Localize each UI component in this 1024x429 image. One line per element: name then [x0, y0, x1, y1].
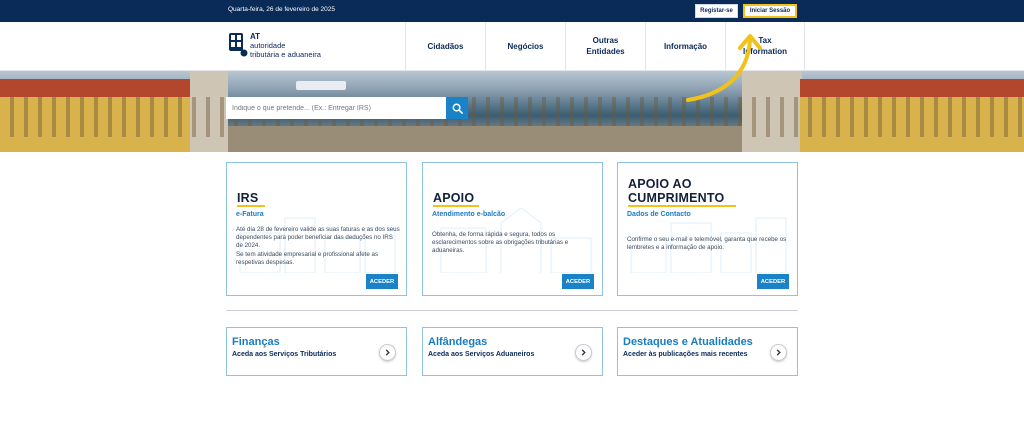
search-input[interactable] — [226, 97, 446, 119]
link-card-destaques[interactable]: Destaques e Atualidades Aceder às public… — [617, 327, 798, 376]
card-title: APOIO AO CUMPRIMENTO — [628, 177, 725, 205]
register-button[interactable]: Registar-se — [695, 4, 738, 18]
nav-item-cidadaos[interactable]: Cidadãos — [405, 22, 485, 70]
title-underline — [433, 205, 479, 207]
link-card-title: Destaques e Atualidades — [623, 336, 753, 348]
nav-item-outras-entidades[interactable]: Outras Entidades — [565, 22, 645, 70]
section-divider — [226, 310, 798, 311]
link-card-subtitle: Aceder às publicações mais recentes — [623, 351, 748, 358]
card-subtitle[interactable]: e-Fatura — [236, 211, 264, 218]
link-card-alfandegas[interactable]: Alfândegas Aceda aos Serviços Aduaneiros — [422, 327, 603, 376]
nav-item-tax-information[interactable]: Tax Information — [725, 22, 805, 70]
coat-of-arms-icon — [229, 33, 248, 57]
logo-abbr: AT — [250, 32, 261, 41]
card-description: Até dia 28 de fevereiro valide as suas f… — [236, 226, 400, 266]
link-card-subtitle: Aceda aos Serviços Tributários — [232, 351, 337, 358]
link-card-title: Finanças — [232, 336, 280, 348]
logo-line2: tributária e aduaneira — [250, 50, 321, 59]
link-card-subtitle: Aceda aos Serviços Aduaneiros — [428, 351, 535, 358]
title-underline — [237, 205, 265, 207]
card-access-button[interactable]: ACEDER — [757, 274, 789, 289]
title-underline — [628, 205, 736, 207]
card-description: Obtenha, de forma rápida e segura, todos… — [432, 231, 569, 255]
card-irs: IRS e-Fatura Até dia 28 de fevereiro val… — [226, 162, 407, 296]
main-nav: Cidadãos Negócios Outras Entidades Infor… — [405, 22, 805, 70]
chevron-right-icon[interactable] — [379, 344, 396, 361]
search-button[interactable] — [446, 97, 468, 119]
link-card-title: Alfândegas — [428, 336, 488, 348]
search-icon — [452, 103, 463, 114]
hero-banner — [0, 71, 1024, 152]
hero-ship — [296, 81, 346, 90]
hero-quay — [228, 126, 742, 152]
site-header: AT autoridade tributária e aduaneira Cid… — [0, 22, 1024, 71]
nav-item-informacao[interactable]: Informação — [645, 22, 725, 70]
card-access-button[interactable]: ACEDER — [366, 274, 398, 289]
current-date: Quarta-feira, 26 de fevereiro de 2025 — [228, 6, 335, 13]
chevron-right-icon[interactable] — [770, 344, 787, 361]
search-bar — [226, 97, 468, 119]
card-title: APOIO — [433, 191, 475, 205]
link-card-financas[interactable]: Finanças Aceda aos Serviços Tributários — [226, 327, 407, 376]
login-button[interactable]: Iniciar Sessão — [743, 4, 797, 18]
logo-line1: autoridade — [250, 41, 286, 50]
at-logo[interactable]: AT autoridade tributária e aduaneira — [228, 31, 358, 61]
card-apoio: APOIO Atendimento e-balcão Obtenha, de f… — [422, 162, 603, 296]
card-apoio-cumprimento: APOIO AO CUMPRIMENTO Dados de Contacto C… — [617, 162, 798, 296]
card-subtitle[interactable]: Atendimento e-balcão — [432, 211, 505, 218]
chevron-right-icon[interactable] — [575, 344, 592, 361]
card-description: Confirme o seu e-mail e telemóvel, garan… — [627, 236, 787, 252]
card-subtitle[interactable]: Dados de Contacto — [627, 211, 691, 218]
top-bar: Quarta-feira, 26 de fevereiro de 2025 Re… — [0, 0, 1024, 22]
card-title: IRS — [237, 191, 259, 205]
nav-item-negocios[interactable]: Negócios — [485, 22, 565, 70]
card-access-button[interactable]: ACEDER — [562, 274, 594, 289]
